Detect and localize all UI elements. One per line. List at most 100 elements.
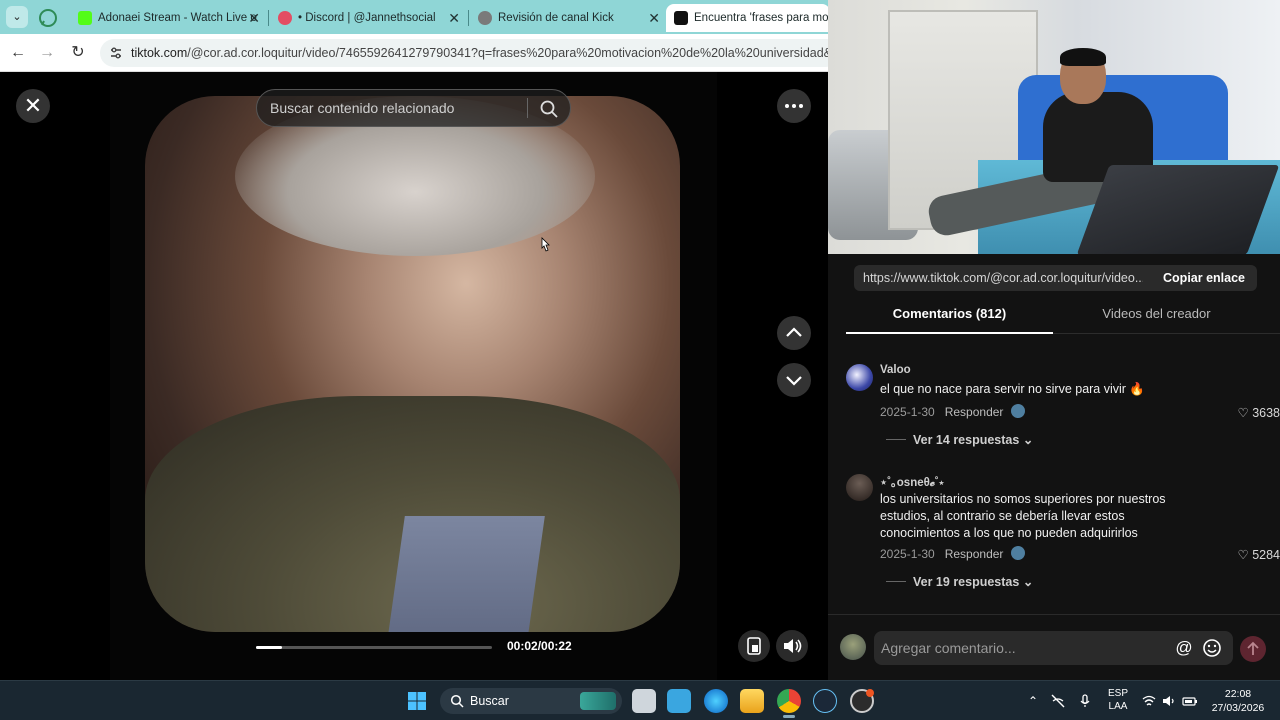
- windows-taskbar: Buscar ⌃ ESP LAA 22:08 27/03/2026: [0, 680, 1280, 720]
- tab-creator-videos[interactable]: Videos del creador: [1053, 306, 1260, 321]
- current-user-avatar: [840, 634, 866, 660]
- mouse-cursor-icon: [541, 237, 550, 252]
- video-progress-bar[interactable]: [256, 646, 492, 649]
- comment-input[interactable]: Agregar comentario... @: [874, 631, 1233, 665]
- comment-meta: 2025-1-30 Responder: [880, 404, 1026, 419]
- clock-date: 27/03/2026: [1211, 702, 1265, 714]
- comment-item: ⋆˚｡osneθ𝓮˚⋆ los universitarios no somos …: [846, 474, 1280, 594]
- notification-dot: [866, 689, 874, 697]
- creator-badge-icon: [1011, 546, 1026, 560]
- whatsapp-pinned-tab-icon[interactable]: [38, 8, 58, 28]
- comment-likes[interactable]: ♡ 3638: [1237, 405, 1280, 420]
- floating-player-button[interactable]: [738, 630, 770, 662]
- search-highlight-icon: [580, 692, 616, 710]
- previous-video-button[interactable]: [777, 316, 811, 350]
- search-placeholder: Buscar contenido relacionado: [270, 100, 455, 116]
- volume-icon[interactable]: [1161, 693, 1177, 709]
- speaker-icon: [784, 639, 802, 653]
- replies-label: Ver 14 respuestas: [913, 433, 1020, 447]
- battery-icon[interactable]: [1182, 693, 1198, 709]
- comment-username[interactable]: Valoo: [880, 364, 911, 376]
- browser-tab-strip: ⌄ Adonaei Stream - Watch Live o ✕ • Disc…: [0, 0, 830, 34]
- share-link-url[interactable]: https://www.tiktok.com/@cor.ad.cor.loqui…: [863, 265, 1143, 291]
- url-text: tiktok.com/@cor.ad.cor.loquitur/video/74…: [131, 39, 885, 67]
- system-clock[interactable]: 22:08 27/03/2026: [1208, 687, 1268, 715]
- reload-icon[interactable]: ↻: [66, 41, 90, 65]
- active-tab-indicator: [846, 332, 1053, 334]
- url-field[interactable]: tiktok.com/@cor.ad.cor.loquitur/video/74…: [100, 39, 885, 67]
- comment-item: Valoo el que no nace para servir no sirv…: [846, 364, 1280, 454]
- video-player[interactable]: [145, 96, 680, 632]
- discord-favicon-icon: [278, 11, 292, 25]
- search-icon: [450, 694, 464, 708]
- tab-search-dropdown-icon[interactable]: ⌄: [6, 6, 28, 28]
- reply-button[interactable]: Responder: [945, 547, 1004, 561]
- dot: [799, 104, 803, 108]
- site-info-icon[interactable]: [108, 45, 124, 61]
- edge-browser-icon[interactable]: [704, 689, 728, 713]
- address-bar-row: ← → ↻ tiktok.com/@cor.ad.cor.loquitur/vi…: [0, 34, 885, 72]
- comment-username[interactable]: ⋆˚｡osneθ𝓮˚⋆: [880, 474, 944, 490]
- browser-tab-discord[interactable]: • Discord | @Jannethsocial ✕: [270, 4, 466, 32]
- emoji-icon[interactable]: [1202, 638, 1222, 658]
- tray-chevron-up-icon[interactable]: ⌃: [1025, 693, 1041, 709]
- url-path: /@cor.ad.cor.loquitur/video/746559264127…: [187, 46, 885, 60]
- browser-tab-adonaei[interactable]: Adonaei Stream - Watch Live o ✕: [70, 4, 266, 32]
- creator-badge-icon: [1011, 404, 1026, 418]
- browser-tab-kick-review[interactable]: Revisión de canal Kick ✕: [470, 4, 666, 32]
- comment-compose-bar: Agregar comentario... @: [828, 614, 1280, 680]
- avatar[interactable]: [846, 474, 873, 501]
- wifi-icon[interactable]: [1141, 693, 1157, 709]
- task-view-icon[interactable]: [632, 689, 656, 713]
- back-arrow-icon[interactable]: ←: [6, 41, 30, 65]
- more-options-button[interactable]: [777, 89, 811, 123]
- tab-title: Encuentra 'frases para moti: [694, 12, 830, 24]
- webcam-laptop: [1076, 165, 1280, 254]
- mention-icon[interactable]: @: [1174, 638, 1194, 658]
- tab-separator: [468, 10, 469, 26]
- replies-line: [886, 439, 906, 440]
- reply-button[interactable]: Responder: [945, 405, 1004, 419]
- steam-icon[interactable]: [813, 689, 837, 713]
- input-language-indicator[interactable]: ESP LAA: [1108, 687, 1128, 713]
- comment-placeholder: Agregar comentario...: [881, 640, 1016, 656]
- comment-likes[interactable]: ♡ 5284: [1237, 547, 1280, 562]
- close-tab-icon[interactable]: ✕: [248, 4, 260, 32]
- close-tab-icon[interactable]: ✕: [448, 4, 460, 32]
- pip-icon: [747, 637, 761, 655]
- forward-arrow-icon[interactable]: →: [35, 41, 59, 65]
- comment-meta: 2025-1-30 Responder: [880, 546, 1026, 561]
- taskbar-search[interactable]: Buscar: [440, 688, 622, 714]
- video-progress-fill: [256, 646, 282, 649]
- panel-tabs: Comentarios (812) Videos del creador: [846, 306, 1280, 334]
- search-icon[interactable]: [539, 99, 559, 119]
- send-comment-button[interactable]: [1240, 636, 1266, 662]
- browser-tab-tiktok[interactable]: Encuentra 'frases para moti: [666, 4, 830, 32]
- avatar[interactable]: [846, 364, 873, 391]
- close-video-button[interactable]: ✕: [16, 89, 50, 123]
- heart-icon: ♡: [1237, 548, 1249, 562]
- network-off-icon[interactable]: [1050, 693, 1066, 709]
- next-video-button[interactable]: [777, 363, 811, 397]
- active-app-indicator: [783, 715, 795, 718]
- heart-icon: ♡: [1237, 406, 1249, 420]
- chrome-browser-icon[interactable]: [777, 689, 801, 713]
- view-replies-button[interactable]: Ver 14 respuestas ⌄: [886, 432, 1033, 447]
- url-domain: tiktok.com: [131, 46, 188, 60]
- windows-start-icon[interactable]: [407, 691, 427, 711]
- kick-favicon-icon: [78, 11, 92, 25]
- taskbar-search-label: Buscar: [470, 694, 509, 708]
- copy-link-button[interactable]: Copiar enlace: [1163, 265, 1245, 291]
- related-search-input[interactable]: Buscar contenido relacionado: [256, 89, 571, 127]
- close-tab-icon[interactable]: ✕: [648, 4, 660, 32]
- replies-label: Ver 19 respuestas: [913, 575, 1020, 589]
- file-app-icon[interactable]: [667, 689, 691, 713]
- volume-button[interactable]: [776, 630, 808, 662]
- chevron-down-icon: [786, 376, 802, 386]
- view-replies-button[interactable]: Ver 19 respuestas ⌄: [886, 574, 1033, 589]
- tab-title: • Discord | @Jannethsocial: [298, 12, 436, 24]
- file-explorer-icon[interactable]: [740, 689, 764, 713]
- microphone-icon[interactable]: [1077, 693, 1093, 709]
- clock-time: 22:08: [1224, 688, 1252, 700]
- tab-comments[interactable]: Comentarios (812): [846, 306, 1053, 321]
